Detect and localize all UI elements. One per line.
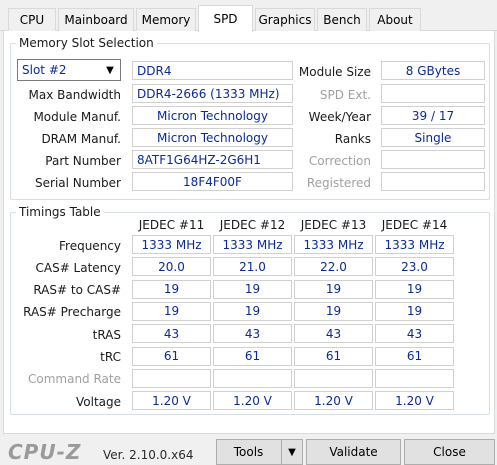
spd-ext-label: SPD Ext.: [319, 87, 371, 102]
timing-row-label: Voltage: [75, 394, 121, 409]
timing-cell: 19: [213, 301, 292, 321]
timing-row-label: tRC: [100, 350, 121, 364]
timing-row-label: RAS# Precharge: [23, 305, 121, 320]
timing-cell: [294, 368, 373, 388]
tools-button[interactable]: Tools ▼: [216, 439, 303, 465]
timing-cell: 1333 MHz: [294, 235, 373, 254]
tab-spd[interactable]: SPD: [198, 5, 253, 32]
timing-cell: [132, 368, 211, 388]
dram-manuf-label: DRAM Manuf.: [41, 131, 121, 146]
module-size-label: Module Size: [298, 64, 371, 79]
dram-manuf-field: Micron Technology: [132, 128, 293, 147]
timing-cell: 1.20 V: [132, 391, 211, 411]
ranks-label: Ranks: [334, 131, 371, 146]
timing-cell: 61: [294, 346, 373, 366]
ranks-field: Single: [381, 128, 485, 147]
timing-cell: 43: [213, 324, 292, 344]
timing-cell: 1333 MHz: [213, 235, 292, 254]
chevron-down-icon[interactable]: ▼: [103, 63, 117, 77]
timing-cell: 61: [375, 346, 454, 366]
timing-cell: 20.0: [132, 257, 211, 277]
timing-row-label: RAS# to CAS#: [33, 283, 121, 298]
timing-cell: 19: [375, 301, 454, 321]
timing-row-label: CAS# Latency: [35, 260, 121, 275]
max-bandwidth-field: DDR4-2666 (1333 MHz): [132, 84, 293, 103]
timing-cell: 19: [294, 301, 373, 321]
timing-row-label: Command Rate: [27, 372, 121, 387]
serial-number-field: 18F4F00F: [132, 172, 293, 191]
timing-cell: 1.20 V: [213, 391, 292, 411]
timing-cell: 43: [132, 324, 211, 344]
correction-field: [381, 150, 485, 169]
tab-graphics[interactable]: Graphics: [255, 8, 315, 31]
tools-button-label: Tools: [233, 445, 264, 459]
timing-cell: 21.0: [213, 257, 292, 277]
serial-number-label: Serial Number: [35, 175, 121, 190]
timing-cell: 1.20 V: [294, 391, 373, 411]
timing-cell: 61: [132, 346, 211, 366]
slot-select[interactable]: Slot #2 ▼: [17, 59, 121, 81]
version-text: Ver. 2.10.0.x64: [103, 448, 194, 462]
timings-column-header: JEDEC #14: [381, 217, 448, 232]
tab-memory[interactable]: Memory: [136, 8, 196, 31]
close-button[interactable]: Close: [404, 439, 495, 465]
module-manuf-field: Micron Technology: [132, 106, 293, 125]
timing-cell: 43: [294, 324, 373, 344]
part-number-label: Part Number: [45, 153, 121, 168]
timing-cell: 19: [294, 279, 373, 299]
memory-type-field: DDR4: [132, 61, 293, 80]
timing-cell: [375, 368, 454, 388]
cpu-z-logo: CPU-Z: [8, 440, 82, 464]
timing-cell: 22.0: [294, 257, 373, 277]
module-manuf-label: Module Manuf.: [33, 109, 121, 124]
timing-cell: 1.20 V: [375, 391, 454, 411]
timing-cell: 1333 MHz: [132, 235, 211, 254]
registered-field: [381, 172, 485, 191]
timings-column-header: JEDEC #11: [138, 217, 205, 232]
slot-select-value: Slot #2: [22, 63, 67, 77]
timing-row-label: tRAS: [92, 327, 121, 342]
chevron-down-icon[interactable]: ▼: [281, 440, 302, 464]
correction-label: Correction: [308, 153, 371, 168]
timings-column-header: JEDEC #12: [219, 217, 286, 232]
timing-cell: 19: [375, 279, 454, 299]
memory-slot-group-title: Memory Slot Selection: [16, 36, 157, 50]
module-size-field: 8 GBytes: [381, 61, 485, 80]
max-bandwidth-label: Max Bandwidth: [28, 87, 121, 102]
timing-cell: 43: [375, 324, 454, 344]
timing-cell: 19: [213, 279, 292, 299]
timing-cell: 61: [213, 346, 292, 366]
registered-label: Registered: [306, 175, 371, 190]
timings-group-title: Timings Table: [16, 205, 104, 219]
timing-cell: 23.0: [375, 257, 454, 277]
timings-column-header: JEDEC #13: [300, 217, 367, 232]
tab-bench[interactable]: Bench: [317, 8, 367, 31]
tab-about[interactable]: About: [369, 8, 421, 31]
week-year-label: Week/Year: [308, 109, 371, 124]
timing-cell: [213, 368, 292, 388]
spd-ext-field: [381, 84, 485, 103]
timing-row-label: Frequency: [59, 238, 121, 253]
timing-cell: 19: [132, 279, 211, 299]
timing-cell: 1333 MHz: [375, 235, 454, 254]
validate-button[interactable]: Validate: [306, 439, 401, 465]
tab-cpu[interactable]: CPU: [8, 8, 56, 31]
part-number-field: 8ATF1G64HZ-2G6H1: [132, 150, 293, 169]
week-year-field: 39 / 17: [381, 106, 485, 125]
tab-mainboard[interactable]: Mainboard: [58, 8, 134, 31]
timing-cell: 19: [132, 301, 211, 321]
